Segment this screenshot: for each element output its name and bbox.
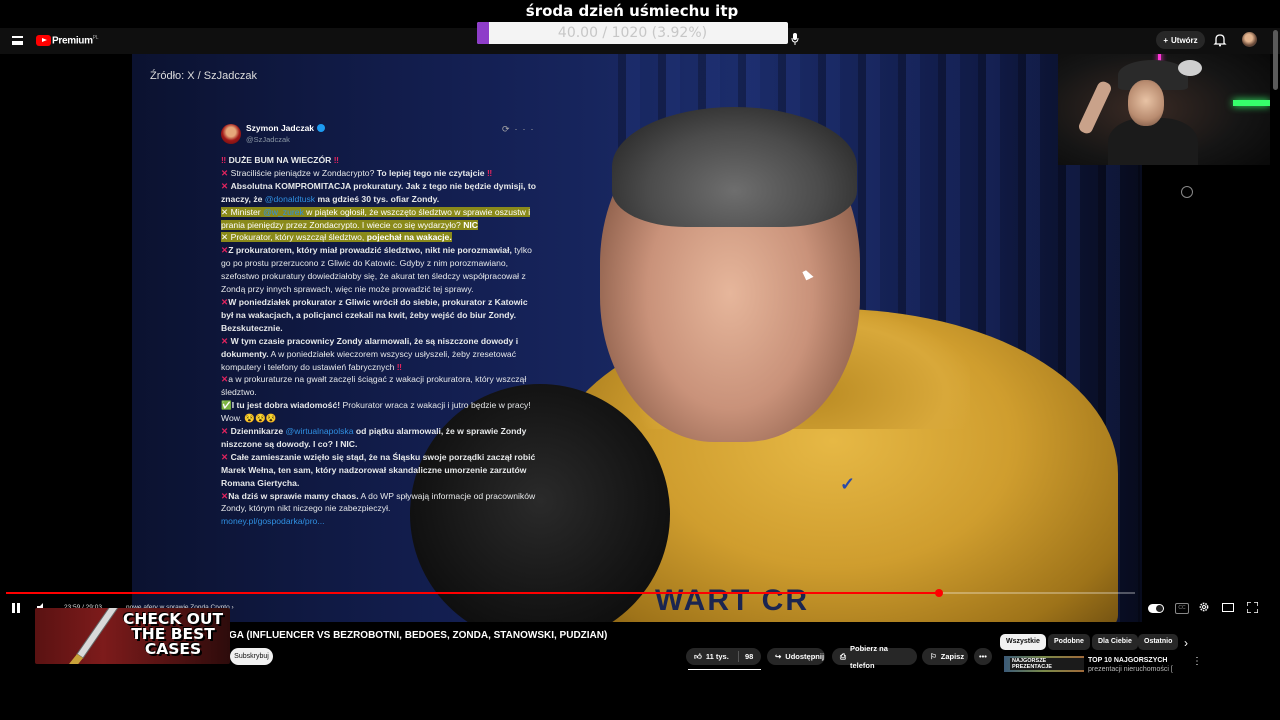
youtube-logo-text[interactable]: PremiumPL xyxy=(52,35,99,47)
donation-goal-text: 40.00 / 1020 (3.92%) xyxy=(557,25,708,41)
rec-subtitle: prezentacji nieruchomości [ xyxy=(1088,666,1173,673)
banner-line-3: CASES xyxy=(144,640,202,658)
fullscreen-icon[interactable] xyxy=(1247,602,1258,613)
pause-button[interactable] xyxy=(12,603,20,613)
progress-fill xyxy=(6,592,939,594)
share-button[interactable]: ↪ Udostępnij xyxy=(767,648,825,665)
plus-icon: + xyxy=(1163,35,1168,45)
logo-region: PL xyxy=(92,35,99,41)
ring-light xyxy=(1178,60,1202,76)
create-label: Utwórz xyxy=(1171,35,1198,45)
avatar[interactable] xyxy=(1242,32,1257,47)
like-underline xyxy=(688,669,761,670)
shirt-print: WART CR xyxy=(655,584,809,617)
subscribe-button[interactable]: Subskrybuj xyxy=(230,648,273,665)
rec-title-text: TOP 10 NAJGORSZYCH xyxy=(1088,657,1168,664)
tweet-avatar xyxy=(221,124,241,144)
subtitles-button[interactable]: CC xyxy=(1175,603,1189,614)
settings-gear-icon[interactable] xyxy=(1198,601,1210,613)
download-icon: ⎙ xyxy=(840,652,846,661)
tweet-author-name: Szymon Jadczak xyxy=(246,123,315,133)
dislike-count[interactable]: 98 xyxy=(745,648,753,665)
kebab-menu-icon[interactable]: ⋮ xyxy=(1192,656,1202,667)
like-divider xyxy=(738,651,739,662)
recommendation-title[interactable]: TOP 10 NAJGORSZYCH prezentacji nieruchomo… xyxy=(1088,656,1180,674)
tweet-link: money.pl/gospodarka/pro... xyxy=(221,516,325,527)
green-light xyxy=(1233,100,1270,106)
chip-for-you[interactable]: Dla Ciebie xyxy=(1092,634,1138,650)
knife-icon xyxy=(68,608,119,664)
share-label: Udostępnij xyxy=(785,652,825,661)
progress-bar[interactable] xyxy=(6,589,1135,597)
tweet-menu-icon: ⟳··· xyxy=(502,124,539,134)
menu-icon[interactable] xyxy=(12,36,23,45)
chevron-right-icon: › xyxy=(231,604,234,611)
donation-goal-bar: 40.00 / 1020 (3.92%) xyxy=(477,22,788,44)
autoplay-toggle[interactable] xyxy=(1148,604,1164,613)
logo-label: Premium xyxy=(52,35,93,47)
shirt-swoosh: ✓ xyxy=(840,474,856,494)
mic-icon[interactable] xyxy=(791,33,799,45)
like-count: 11 tys. xyxy=(705,652,729,661)
youtube-logo-icon[interactable] xyxy=(36,35,51,46)
download-label: Pobierz na telefon xyxy=(850,643,888,670)
thumbs-up-icon: 👍︎ xyxy=(694,652,702,661)
page-scrollbar[interactable] xyxy=(1273,30,1278,90)
tweet-handle: @SzJadczak xyxy=(246,135,290,144)
chip-recent[interactable]: Ostatnio xyxy=(1138,634,1179,650)
streamer-face xyxy=(1128,80,1164,126)
recommendation-thumbnail[interactable]: NAJGORSZE PREZENTACJE xyxy=(1004,656,1084,672)
more-actions-button[interactable]: ••• xyxy=(974,648,992,665)
verified-icon xyxy=(317,124,326,132)
video-title: GA (INFLUENCER VS BEZROBOTNI, BEDOES, ZO… xyxy=(229,630,608,641)
bell-icon[interactable] xyxy=(1213,33,1227,47)
theater-mode-button[interactable] xyxy=(1222,603,1234,612)
chip-related[interactable]: Podobne xyxy=(1048,634,1090,650)
save-button[interactable]: ⚐ Zapisz xyxy=(922,648,968,665)
streamer-body xyxy=(1108,118,1198,165)
share-icon: ↪ xyxy=(775,652,782,661)
stream-title: środa dzień uśmiechu itp xyxy=(525,2,739,20)
streamer-arm xyxy=(1077,79,1113,136)
save-label: Zapisz xyxy=(940,652,965,661)
streamer-webcam xyxy=(1058,40,1270,165)
sponsor-banner: CHECK OUT THE BEST CASES xyxy=(35,608,230,664)
banner-text: CHECK OUT THE BEST CASES xyxy=(123,611,223,658)
person-hair xyxy=(612,107,857,227)
tweet-body: ‼ DUŻE BUM NA WIECZÓR ‼ ✕ Straciliście p… xyxy=(221,155,537,527)
progress-scrubber[interactable] xyxy=(934,589,943,597)
chevron-right-icon[interactable]: › xyxy=(1184,636,1188,650)
thumbnail-label: NAJGORSZE PREZENTACJE xyxy=(1010,658,1084,670)
tweet-author: Szymon Jadczak xyxy=(246,123,326,133)
source-label: Źródło: X / SzJadczak xyxy=(150,70,257,82)
create-button[interactable]: + Utwórz xyxy=(1156,31,1205,49)
loading-spinner-icon xyxy=(1181,186,1193,198)
bookmark-icon: ⚐ xyxy=(930,652,937,661)
download-button[interactable]: ⎙ Pobierz na telefon xyxy=(832,644,917,670)
chip-all[interactable]: Wszystkie xyxy=(1000,634,1046,650)
